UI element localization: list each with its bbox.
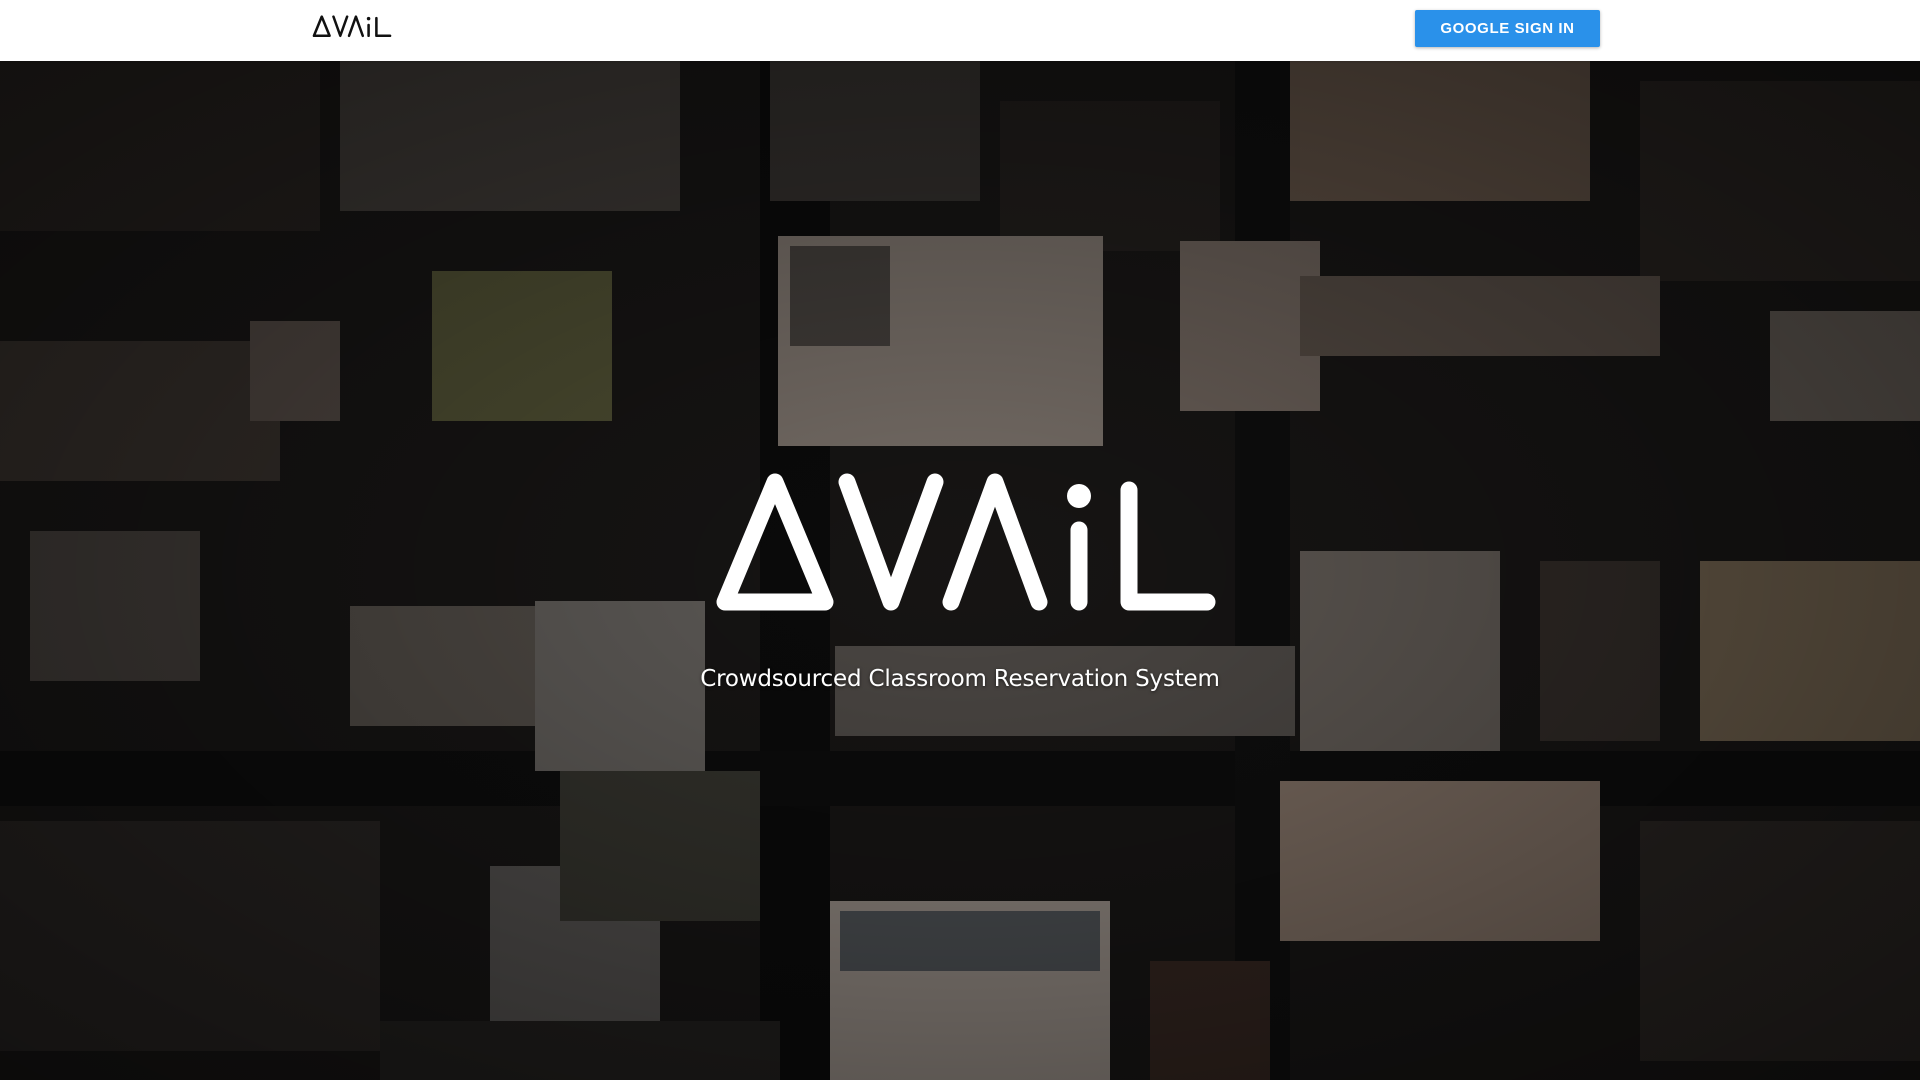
google-sign-in-button[interactable]: GOOGLE SIGN IN bbox=[1415, 10, 1600, 47]
avail-logo[interactable] bbox=[312, 13, 392, 39]
top-navbar: GOOGLE SIGN IN bbox=[0, 0, 1920, 61]
avail-hero-logo bbox=[716, 473, 1216, 611]
hero-tagline: Crowdsourced Classroom Reservation Syste… bbox=[700, 666, 1220, 692]
hero-section: Crowdsourced Classroom Reservation Syste… bbox=[0, 61, 1920, 1080]
